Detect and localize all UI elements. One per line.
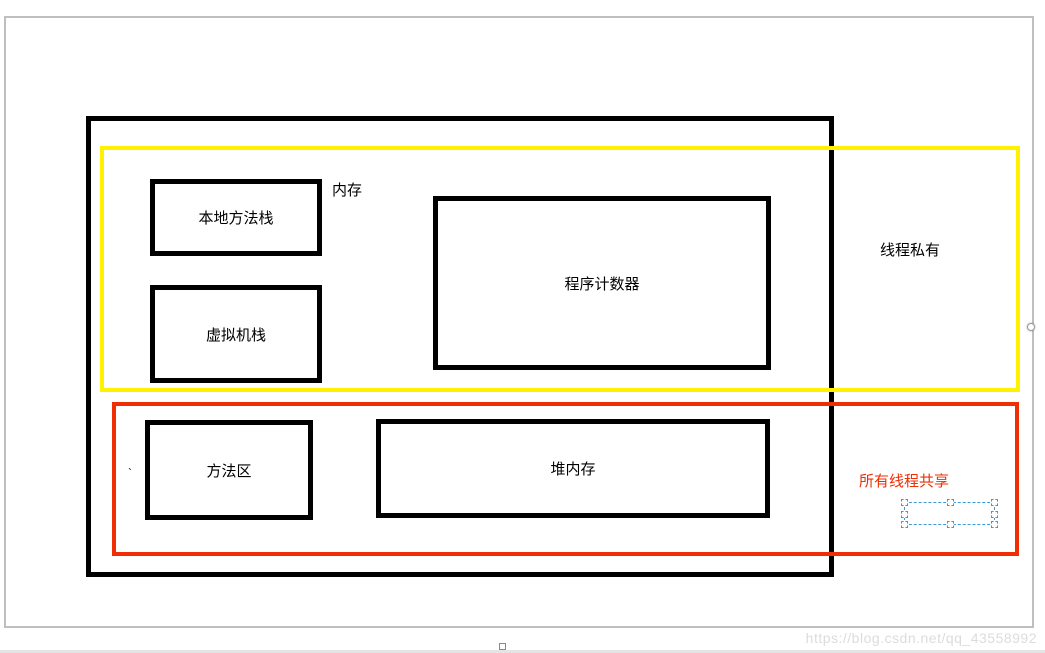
thread-shared-label: 所有线程共享 bbox=[859, 470, 949, 491]
resize-handle-icon[interactable] bbox=[901, 511, 908, 518]
resize-handle-icon[interactable] bbox=[947, 499, 954, 506]
memory-label: 内存 bbox=[332, 179, 362, 200]
method-area-box: 方法区 bbox=[145, 420, 313, 520]
method-area-label: 方法区 bbox=[206, 460, 251, 481]
rotation-handle-icon[interactable] bbox=[1027, 323, 1035, 331]
tick-mark: ` bbox=[128, 466, 132, 480]
resize-handle-icon[interactable] bbox=[991, 521, 998, 528]
program-counter-box: 程序计数器 bbox=[433, 196, 771, 370]
resize-handle-icon[interactable] bbox=[991, 499, 998, 506]
program-counter-label: 程序计数器 bbox=[564, 273, 639, 294]
watermark-text: https://blog.csdn.net/qq_43558992 bbox=[806, 630, 1037, 646]
resize-handle-icon[interactable] bbox=[901, 521, 908, 528]
text-selection-box[interactable] bbox=[904, 502, 995, 525]
resize-handle-icon[interactable] bbox=[991, 511, 998, 518]
thread-private-label: 线程私有 bbox=[880, 239, 940, 260]
canvas-area: 本地方法栈 虚拟机栈 程序计数器 方法区 堆内存 内存 线程私有 所有线程共享 … bbox=[4, 16, 1034, 628]
resize-handle-icon[interactable] bbox=[901, 499, 908, 506]
resize-handle-icon[interactable] bbox=[947, 521, 954, 528]
native-method-stack-label: 本地方法栈 bbox=[198, 207, 273, 228]
heap-memory-box: 堆内存 bbox=[376, 419, 770, 518]
vm-stack-box: 虚拟机栈 bbox=[150, 285, 322, 383]
native-method-stack-box: 本地方法栈 bbox=[150, 179, 322, 256]
resize-handle-icon[interactable] bbox=[499, 643, 506, 650]
vm-stack-label: 虚拟机栈 bbox=[206, 324, 266, 345]
heap-memory-label: 堆内存 bbox=[550, 458, 595, 479]
